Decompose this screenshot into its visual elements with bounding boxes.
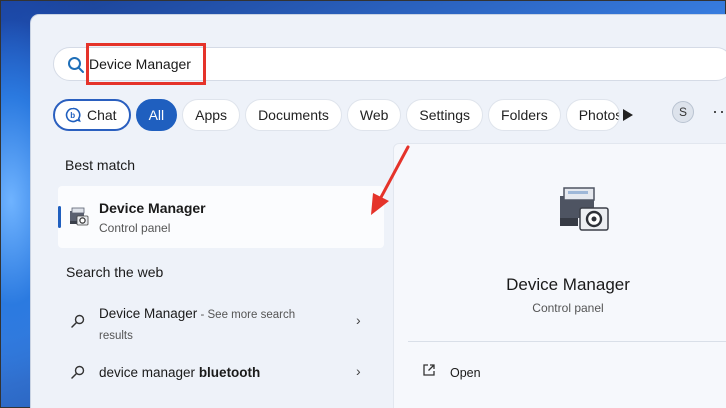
open-action[interactable]: Open [450, 366, 481, 380]
start-search-panel: Device Manager b Chat All Apps Documents… [31, 15, 726, 408]
chip-chat[interactable]: b Chat [53, 99, 131, 131]
filter-chips: b Chat All Apps Documents Web Settings F… [53, 99, 620, 131]
search-web-heading: Search the web [66, 264, 164, 280]
chip-apps-label: Apps [195, 107, 228, 123]
chip-chat-label: Chat [87, 107, 117, 123]
chip-web-label: Web [359, 107, 389, 123]
search-highlight-annotation [86, 43, 206, 85]
detail-title: Device Manager [506, 275, 630, 294]
web-result-text: Device Manager - See more search results [99, 304, 329, 346]
web-result-bold: bluetooth [198, 365, 261, 380]
chip-apps[interactable]: Apps [182, 99, 241, 131]
web-result-row[interactable]: device manager bluetooth › [71, 363, 371, 383]
open-external-icon[interactable] [422, 363, 436, 377]
chip-documents-label: Documents [258, 107, 329, 123]
avatar[interactable]: S [672, 101, 694, 123]
chip-documents[interactable]: Documents [245, 99, 342, 131]
bing-chat-icon: b [65, 107, 81, 123]
best-match-heading: Best match [65, 157, 136, 173]
web-search-icon [71, 365, 85, 379]
chip-photos-label: Photos [578, 107, 620, 123]
detail-subtitle: Control panel [532, 301, 604, 315]
selection-indicator [58, 206, 61, 228]
best-match-subtitle: Control panel [99, 221, 171, 235]
web-result-text: device manager bluetooth [99, 363, 329, 382]
chip-web[interactable]: Web [346, 99, 402, 131]
device-manager-icon [560, 187, 609, 231]
web-result-query: device manager [99, 365, 199, 380]
chip-settings-label: Settings [419, 107, 471, 123]
search-icon [68, 57, 84, 73]
best-match-result[interactable]: Device Manager Control panel [58, 186, 384, 248]
chevron-right-icon: › [356, 363, 361, 379]
web-result-query: Device Manager [99, 306, 198, 321]
web-result-row[interactable]: Device Manager - See more search results… [71, 304, 371, 344]
chip-all[interactable]: All [135, 99, 178, 131]
chip-all-label: All [148, 107, 165, 123]
annotation-arrow [371, 145, 410, 215]
chip-photos[interactable]: Photos [565, 99, 620, 131]
chip-folders-label: Folders [501, 107, 548, 123]
detail-divider [408, 341, 726, 342]
svg-text:b: b [70, 111, 75, 120]
web-search-icon [71, 314, 85, 328]
more-icon[interactable]: ··· [712, 101, 726, 122]
chip-settings[interactable]: Settings [406, 99, 484, 131]
best-match-title: Device Manager [99, 200, 206, 216]
chip-folders[interactable]: Folders [488, 99, 561, 131]
chevron-right-icon: › [356, 312, 361, 328]
device-manager-icon [70, 207, 89, 226]
detail-pane: Device Manager Control panel Open [393, 143, 726, 408]
play-icon[interactable] [622, 108, 634, 122]
